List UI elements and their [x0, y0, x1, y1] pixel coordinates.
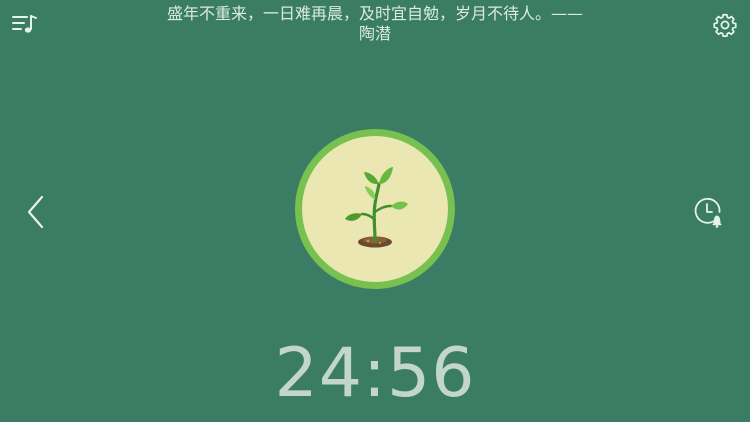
- alarm-button[interactable]: [688, 192, 728, 232]
- countdown-timer: 24:56: [274, 334, 476, 413]
- quote-author: 陶潜: [358, 24, 391, 43]
- sapling-icon: [345, 167, 408, 248]
- quote-text: 盛年不重来，一日难再晨，及时宜自勉，岁月不待人。—— 陶潜: [110, 4, 640, 44]
- quote-line-1: 盛年不重来，一日难再晨，及时宜自勉，岁月不待人。——: [166, 4, 583, 23]
- clock-bell-icon: [694, 197, 722, 228]
- plant-progress-circle: [295, 129, 455, 289]
- gear-icon: [713, 13, 737, 38]
- back-button[interactable]: [20, 190, 50, 234]
- chevron-left-icon: [27, 195, 44, 229]
- music-list-icon: [12, 15, 37, 33]
- settings-button[interactable]: [708, 8, 742, 42]
- playlist-button[interactable]: [8, 10, 40, 38]
